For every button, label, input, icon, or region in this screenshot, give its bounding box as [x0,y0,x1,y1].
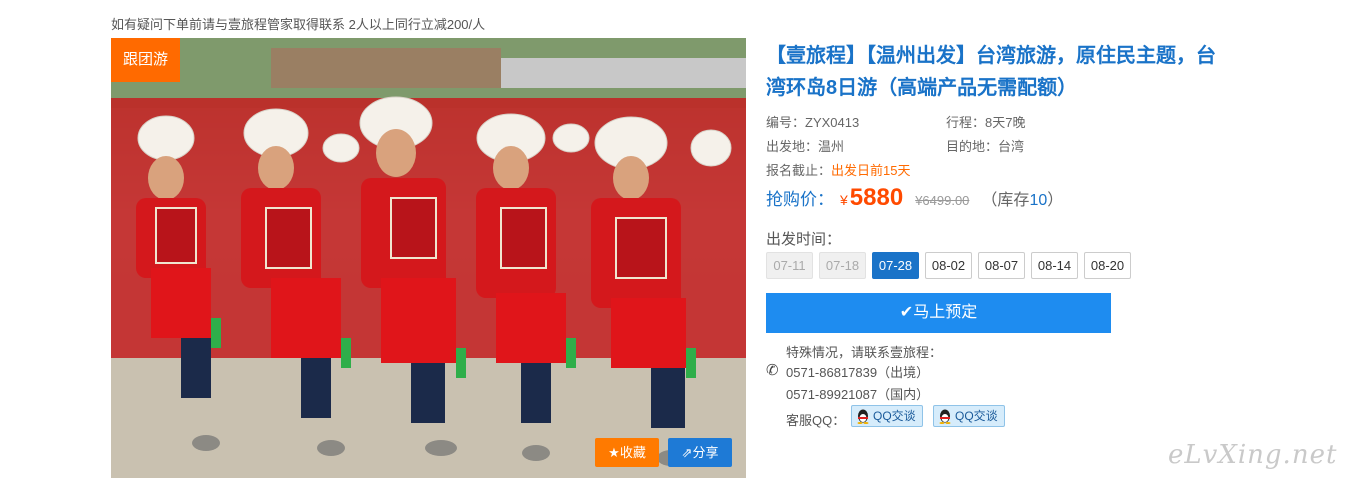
date-option[interactable]: 07-18 [819,252,866,279]
qq-chat-button-1[interactable]: QQ交谈 [851,405,923,427]
notice-text: 如有疑问下单前请与壹旅程管家取得联系 2人以上同行立减200/人 [111,17,486,32]
date-option-selected[interactable]: 07-28 [872,252,919,279]
date-option[interactable]: 08-14 [1031,252,1078,279]
qq-chat-button-2[interactable]: QQ交谈 [933,405,1005,427]
destination: 目的地：台湾 [946,139,1025,154]
phone-domestic: 0571-89921087（国内） [786,387,930,402]
book-now-label: 马上预定 [913,304,978,321]
contact-intro: 特殊情况，请联系壹旅程： [786,345,943,360]
date-option[interactable]: 07-11 [766,252,813,279]
book-now-button[interactable]: ✔马上预定 [766,293,1111,333]
currency-symbol: ¥ [840,192,848,208]
product-code: 编号：ZYX0413 [766,115,860,130]
penguin-icon [939,409,951,424]
penguin-icon [857,409,869,424]
phone-outbound: 0571-86817839（出境） [786,365,930,380]
favorite-button[interactable]: ★收藏 [595,438,659,467]
original-price: ¥6499.00 [915,193,970,208]
product-title: 【壹旅程】【温州出发】台湾旅游，原住民主题，台湾环岛8日游（高端产品无需配额） [766,45,1216,99]
registration-deadline: 报名截止：出发日前15天 [766,160,910,179]
qq-label: 客服QQ： [786,413,846,428]
qq-chat-label: QQ交谈 [955,409,998,423]
check-icon: ✔ [899,304,914,321]
share-button[interactable]: ⇗分享 [668,438,732,467]
date-option[interactable]: 08-20 [1084,252,1131,279]
product-photo[interactable]: 跟团游 ★收藏 ⇗分享 [111,38,746,478]
phone-icon: ✆ [766,362,779,379]
stock-count: 10 [1029,192,1048,209]
price-label: 抢购价： [766,190,834,209]
group-tour-tag: 跟团游 [111,38,180,82]
deadline-value: 出发日前15天 [831,163,911,178]
share-icon: ⇗ [681,445,693,460]
price-row: 抢购价： ¥ 5880 ¥6499.00 （库存10） [766,184,1063,212]
departure-city: 出发地：温州 [766,139,845,154]
date-option[interactable]: 08-02 [925,252,972,279]
favorite-label: 收藏 [619,445,646,460]
departure-date-list: 07-11 07-18 07-28 08-02 08-07 08-14 08-2… [766,252,1131,279]
dancers-illustration [111,38,746,478]
price-value: 5880 [849,184,904,211]
deadline-label: 报名截止： [766,163,832,178]
site-watermark: eLvXing.net [1168,440,1338,470]
qq-chat-label: QQ交谈 [873,409,916,423]
product-duration: 行程：8天7晚 [946,115,1026,130]
star-icon: ★ [608,445,620,460]
departure-dates-label: 出发时间： [766,231,842,248]
stock-prefix: （库存 [981,192,1030,209]
date-option[interactable]: 08-07 [978,252,1025,279]
share-label: 分享 [692,445,719,460]
stock-suffix: ） [1047,192,1064,209]
stock-info: （库存10） [981,186,1063,210]
